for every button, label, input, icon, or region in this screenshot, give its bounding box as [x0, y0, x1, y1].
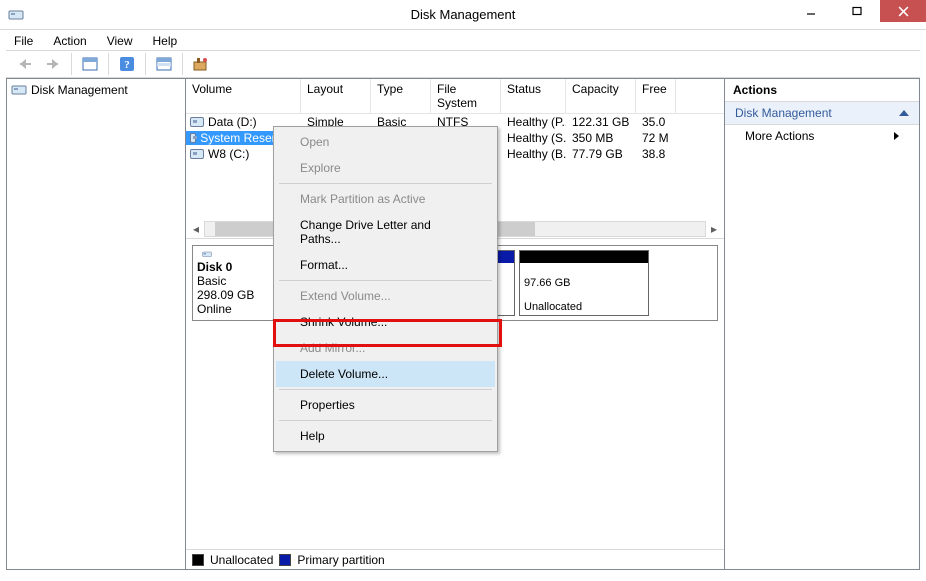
menu-help[interactable]: Help — [145, 33, 186, 49]
col-layout[interactable]: Layout — [301, 79, 371, 113]
actions-header: Actions — [725, 79, 919, 102]
context-menu-item: Extend Volume... — [276, 283, 495, 309]
disk-status: Online — [197, 302, 282, 316]
actions-section-title: Disk Management — [735, 106, 832, 120]
actions-section-head[interactable]: Disk Management — [725, 102, 919, 125]
svg-text:?: ? — [124, 59, 130, 71]
toolbar: ? — [6, 50, 920, 78]
submenu-arrow-icon — [894, 132, 899, 140]
col-status[interactable]: Status — [501, 79, 566, 113]
tree-root-item[interactable]: Disk Management — [9, 81, 183, 99]
drive-icon — [190, 133, 196, 143]
context-menu-separator — [279, 389, 492, 390]
collapse-icon — [899, 110, 909, 116]
context-menu-item[interactable]: Format... — [276, 252, 495, 278]
context-menu-item[interactable]: Delete Volume... — [276, 361, 495, 387]
menu-action[interactable]: Action — [45, 33, 94, 49]
legend-swatch-primary — [279, 554, 291, 566]
legend-swatch-unallocated — [192, 554, 204, 566]
disk-icon — [197, 250, 217, 258]
drive-icon — [190, 117, 204, 127]
scroll-left-icon[interactable]: ◂ — [188, 221, 204, 237]
actions-pane: Actions Disk Management More Actions — [725, 78, 920, 570]
scroll-right-icon[interactable]: ▸ — [706, 221, 722, 237]
window-titlebar: Disk Management — [0, 0, 926, 30]
legend-label-unallocated: Unallocated — [210, 553, 273, 567]
disk-management-icon — [11, 82, 27, 98]
toolbar-separator — [108, 53, 109, 75]
context-menu-item[interactable]: Shrink Volume... — [276, 309, 495, 335]
disk-name: Disk 0 — [197, 260, 282, 274]
context-menu: OpenExplore Mark Partition as ActiveChang… — [273, 126, 498, 452]
col-capacity[interactable]: Capacity — [566, 79, 636, 113]
context-menu-item: Mark Partition as Active — [276, 186, 495, 212]
toolbar-view-top-button[interactable] — [77, 52, 103, 76]
app-icon — [8, 7, 24, 23]
toolbar-separator — [145, 53, 146, 75]
menu-bar: File Action View Help — [0, 30, 926, 50]
actions-item-more-actions[interactable]: More Actions — [725, 125, 919, 147]
nav-forward-button[interactable] — [40, 52, 66, 76]
toolbar-settings-button[interactable] — [188, 52, 214, 76]
tree-root-label: Disk Management — [31, 83, 128, 97]
partition[interactable]: 97.66 GBUnallocated — [519, 250, 649, 316]
col-filesystem[interactable]: File System — [431, 79, 501, 113]
nav-back-button[interactable] — [12, 52, 38, 76]
disk-size: 298.09 GB — [197, 288, 282, 302]
toolbar-view-list-button[interactable] — [151, 52, 177, 76]
drive-icon — [190, 149, 204, 159]
context-menu-separator — [279, 420, 492, 421]
context-menu-item[interactable]: Help — [276, 423, 495, 449]
toolbar-separator — [71, 53, 72, 75]
window-close-button[interactable] — [880, 0, 926, 22]
window-minimize-button[interactable] — [788, 0, 834, 22]
col-type[interactable]: Type — [371, 79, 431, 113]
help-button[interactable]: ? — [114, 52, 140, 76]
window-maximize-button[interactable] — [834, 0, 880, 22]
toolbar-separator — [182, 53, 183, 75]
volume-header-row: Volume Layout Type File System Status Ca… — [186, 79, 724, 114]
tree-pane: Disk Management — [6, 78, 186, 570]
context-menu-item: Explore — [276, 155, 495, 181]
context-menu-item: Open — [276, 129, 495, 155]
legend-label-primary: Primary partition — [297, 553, 384, 567]
context-menu-item[interactable]: Properties — [276, 392, 495, 418]
context-menu-separator — [279, 183, 492, 184]
menu-file[interactable]: File — [6, 33, 41, 49]
col-volume[interactable]: Volume — [186, 79, 301, 113]
disk-type: Basic — [197, 274, 282, 288]
col-free[interactable]: Free — [636, 79, 676, 113]
legend: Unallocated Primary partition — [186, 549, 724, 569]
actions-item-label: More Actions — [745, 129, 814, 143]
context-menu-item[interactable]: Change Drive Letter and Paths... — [276, 212, 495, 252]
context-menu-separator — [279, 280, 492, 281]
context-menu-item: Add Mirror... — [276, 335, 495, 361]
menu-view[interactable]: View — [99, 33, 141, 49]
